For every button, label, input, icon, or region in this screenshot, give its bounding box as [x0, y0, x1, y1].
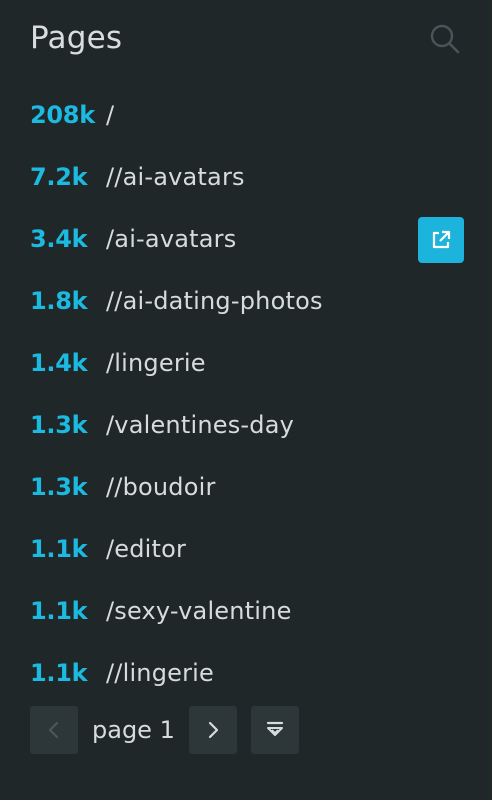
chevron-right-icon — [208, 721, 218, 739]
visit-count: 1.1k — [30, 535, 88, 563]
list-item: 1.1k //lingerie — [30, 642, 464, 704]
pages-list: 208k / 7.2k //ai-avatars 3.4k /ai-avatar… — [30, 84, 464, 704]
visit-count: 3.4k — [30, 225, 88, 253]
visit-count: 1.3k — [30, 411, 88, 439]
pages-panel: Pages 208k / 7.2k //ai-avatars 3.4k /ai-… — [0, 0, 492, 800]
page-indicator: page 1 — [92, 716, 175, 744]
page-path-link[interactable]: /sexy-valentine — [106, 597, 292, 625]
visit-count: 1.1k — [30, 659, 88, 687]
page-path-link[interactable]: //lingerie — [106, 659, 214, 687]
visit-count: 1.8k — [30, 287, 88, 315]
list-item: 1.1k /sexy-valentine — [30, 580, 464, 642]
page-path-link[interactable]: /ai-avatars — [106, 225, 236, 253]
list-item: 7.2k //ai-avatars — [30, 146, 464, 208]
list-item: 1.1k /editor — [30, 518, 464, 580]
page-path-link[interactable]: //ai-dating-photos — [106, 287, 323, 315]
list-item: 208k / — [30, 84, 464, 146]
visit-count: 208k — [30, 101, 95, 129]
download-button[interactable] — [250, 706, 299, 754]
visit-count: 7.2k — [30, 163, 88, 191]
list-item: 3.4k /ai-avatars — [30, 208, 464, 270]
page-path-link[interactable]: /valentines-day — [106, 411, 294, 439]
page-path-link[interactable]: / — [106, 101, 114, 129]
search-button[interactable] — [428, 22, 462, 56]
chevron-left-icon — [48, 721, 59, 739]
visit-count: 1.4k — [30, 349, 88, 377]
page-path-link[interactable]: /editor — [106, 535, 186, 563]
visit-count: 1.1k — [30, 597, 88, 625]
list-item: 1.8k //ai-dating-photos — [30, 270, 464, 332]
previous-page-button[interactable] — [30, 706, 78, 754]
open-page-button[interactable] — [418, 217, 464, 263]
pagination: page 1 — [30, 706, 299, 754]
external-link-icon — [432, 230, 451, 249]
panel-header: Pages — [30, 18, 462, 62]
visit-count: 1.3k — [30, 473, 88, 501]
panel-title: Pages — [30, 20, 123, 56]
next-page-button[interactable] — [188, 706, 237, 754]
list-item: 1.3k /valentines-day — [30, 394, 464, 456]
search-icon — [430, 24, 460, 54]
page-path-link[interactable]: //ai-avatars — [106, 163, 245, 191]
list-item: 1.3k //boudoir — [30, 456, 464, 518]
page-path-link[interactable]: //boudoir — [106, 473, 216, 501]
list-item: 1.4k /lingerie — [30, 332, 464, 394]
page-path-link[interactable]: /lingerie — [106, 349, 206, 377]
download-icon — [266, 721, 283, 736]
